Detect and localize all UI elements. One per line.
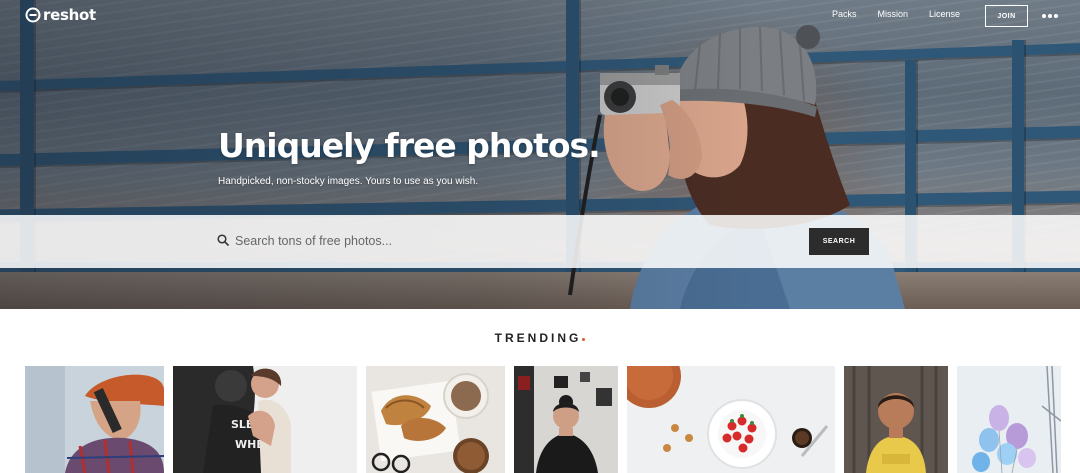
reshot-logo-icon [25, 7, 41, 23]
photo-couple: SLEE WHE [173, 366, 357, 473]
logo[interactable]: reshot [25, 6, 96, 24]
ellipsis-dot [1042, 14, 1046, 18]
photo-tile[interactable] [957, 366, 1061, 473]
ellipsis-dot [1054, 14, 1058, 18]
photo-tile[interactable]: SLEE WHE [173, 366, 357, 473]
photo-woman-black [514, 366, 618, 473]
search-button[interactable]: SEARCH [809, 228, 869, 255]
svg-text:WHE: WHE [235, 438, 264, 451]
search-icon [217, 234, 229, 246]
trending-accent-dot [582, 338, 586, 341]
hero-title: Uniquely free photos. [218, 126, 601, 165]
trending-heading: TRENDING [0, 331, 1080, 345]
top-nav: reshot Packs Mission License JOIN [0, 0, 1080, 32]
photo-tile[interactable] [366, 366, 505, 473]
join-button[interactable]: JOIN [985, 5, 1028, 27]
photo-tile[interactable] [844, 366, 948, 473]
photo-balloons [957, 366, 1061, 473]
nav-links: Packs Mission License [811, 9, 960, 19]
trending-label: TRENDING [494, 331, 582, 345]
ellipsis-icon[interactable] [1042, 14, 1058, 18]
nav-link-license[interactable]: License [929, 9, 960, 19]
photo-man-plaid [25, 366, 164, 473]
search-input[interactable] [235, 228, 795, 254]
photo-child [844, 366, 948, 473]
nav-link-mission[interactable]: Mission [877, 9, 908, 19]
photo-tile[interactable] [627, 366, 835, 473]
photo-strawberries [627, 366, 835, 473]
logo-text: reshot [43, 6, 96, 24]
ellipsis-dot [1048, 14, 1052, 18]
photo-tile[interactable] [25, 366, 164, 473]
hero-subtitle: Handpicked, non-stocky images. Yours to … [218, 176, 479, 187]
photo-croissants [366, 366, 505, 473]
photo-tile[interactable] [514, 366, 618, 473]
nav-link-packs[interactable]: Packs [832, 9, 857, 19]
